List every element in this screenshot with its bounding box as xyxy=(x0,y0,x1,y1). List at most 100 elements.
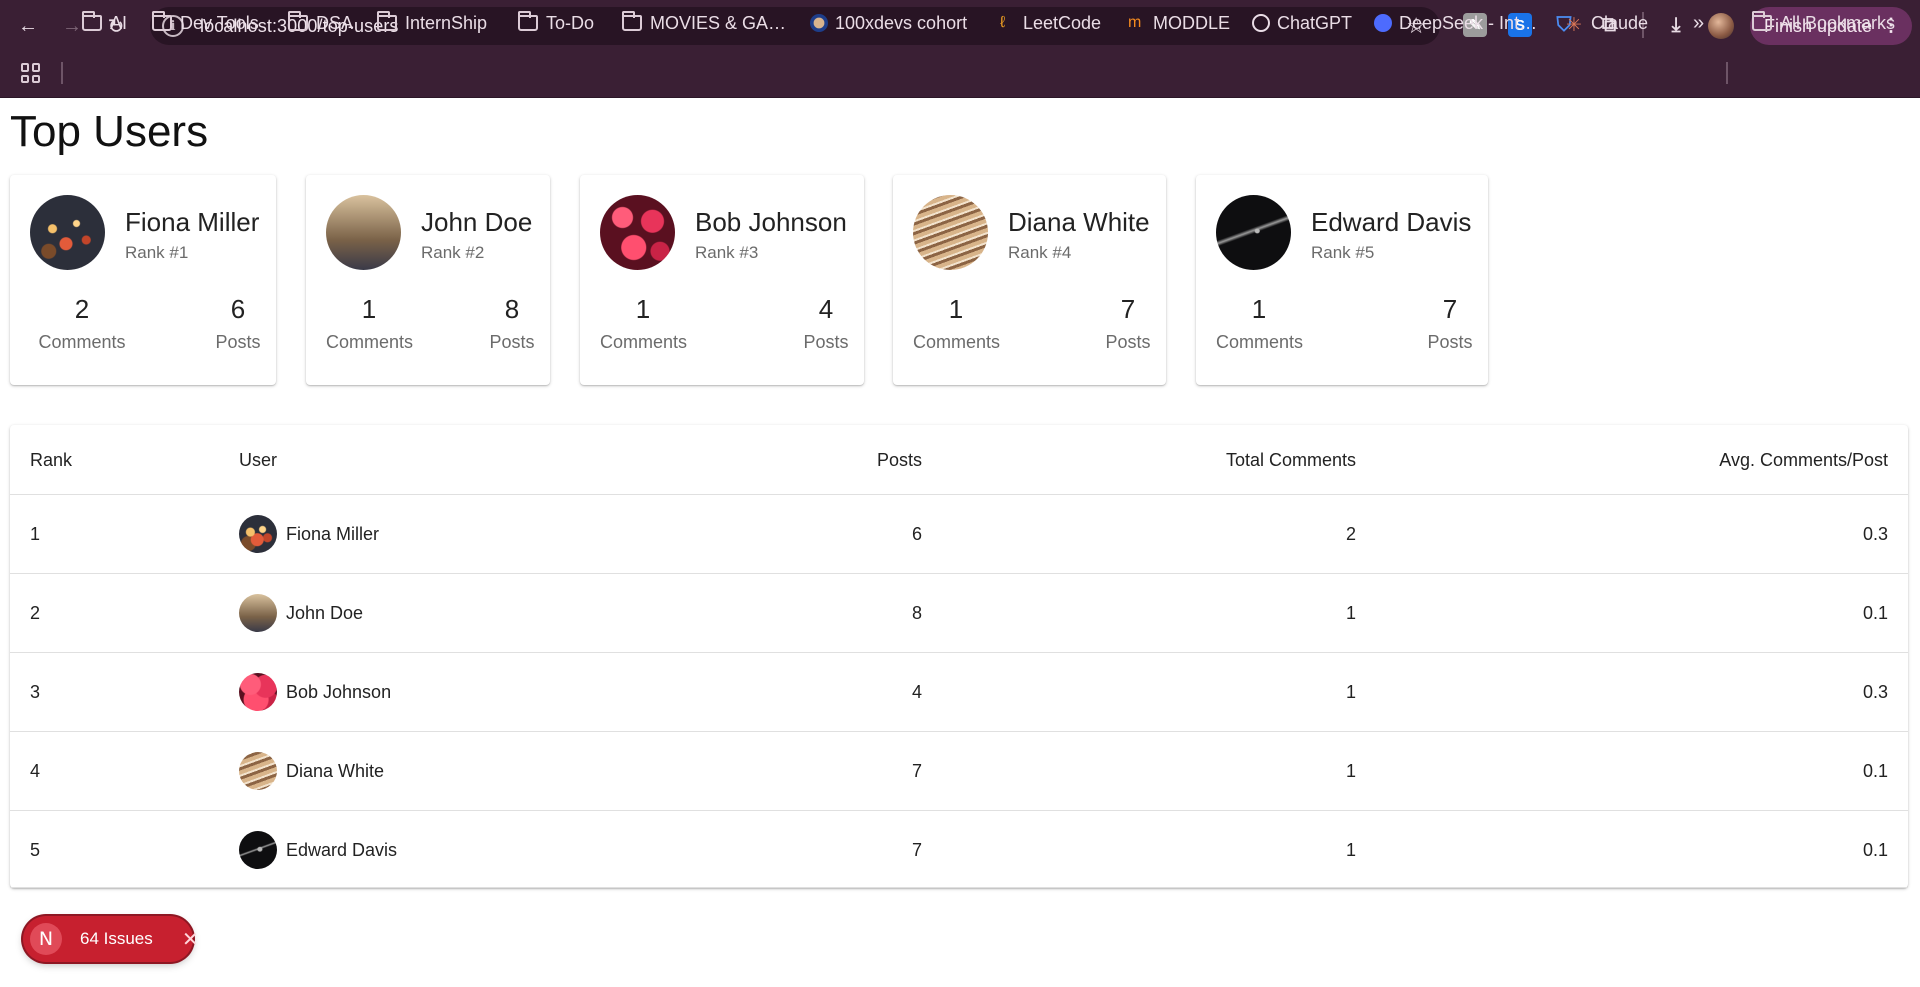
cell-rank: 2 xyxy=(30,603,41,623)
cell-avg: 0.1 xyxy=(1862,840,1888,860)
comments-count: 1 xyxy=(948,294,964,324)
header-user: User xyxy=(239,450,278,470)
cell-posts: 4 xyxy=(911,682,922,702)
comments-count: 2 xyxy=(74,294,90,324)
profile-avatar[interactable] xyxy=(1708,13,1734,39)
comments-count: 1 xyxy=(635,294,651,324)
user-rank: Rank #1 xyxy=(125,243,189,262)
dev-issues-badge[interactable]: N 64 Issues ✕ xyxy=(23,916,199,962)
user-name: Diana White xyxy=(1008,207,1150,237)
user-card-fiona: Fiona Miller Rank #1 2 Comments 6 Posts xyxy=(10,175,276,385)
nextjs-logo-icon[interactable]: N xyxy=(30,923,62,955)
comments-count: 1 xyxy=(1251,294,1267,324)
comments-label: Comments xyxy=(913,332,1001,352)
posts-count: 6 xyxy=(230,294,246,324)
bookmark-100xdevs[interactable]: 100xdevs cohort xyxy=(810,10,967,36)
issues-count-label[interactable]: 64 Issues xyxy=(80,929,153,949)
bookmark-ai[interactable]: AI xyxy=(82,10,127,36)
avatar xyxy=(239,515,277,553)
user-rank: Rank #2 xyxy=(421,243,485,262)
cell-posts: 8 xyxy=(911,603,922,623)
avatar xyxy=(913,195,988,270)
posts-count: 8 xyxy=(504,294,520,324)
table-row: 4 Diana White 7 1 0.1 xyxy=(10,732,1908,811)
comments-count: 1 xyxy=(361,294,377,324)
bookmark-label: MOVIES & GA… xyxy=(650,12,787,33)
cell-avg: 0.3 xyxy=(1862,524,1888,544)
user-rank: Rank #5 xyxy=(1311,243,1375,262)
all-bookmarks[interactable]: All Bookmarks xyxy=(1752,10,1895,36)
cell-user: John Doe xyxy=(286,603,364,623)
folder-icon xyxy=(152,11,172,31)
cell-rank: 3 xyxy=(30,682,41,702)
cell-total-comments: 1 xyxy=(1345,761,1356,781)
cell-total-comments: 1 xyxy=(1345,840,1356,860)
user-rank: Rank #3 xyxy=(695,243,759,262)
header-rank: Rank xyxy=(30,450,73,470)
cell-user: Bob Johnson xyxy=(286,682,392,702)
user-name: John Doe xyxy=(421,207,533,237)
bookmark-label: ChatGPT xyxy=(1277,12,1353,33)
comments-label: Comments xyxy=(326,332,414,352)
header-posts: Posts xyxy=(876,450,922,470)
comments-label: Comments xyxy=(38,332,126,352)
chatgpt-icon xyxy=(1252,14,1270,32)
cell-rank: 5 xyxy=(30,840,41,860)
bookmark-label: DeepSeek - Int… xyxy=(1399,12,1538,33)
bookmark-label: LeetCode xyxy=(1023,12,1102,33)
bookmark-label: Dev Tools xyxy=(180,12,259,33)
bookmarks-overflow-button[interactable]: » xyxy=(1693,10,1704,36)
user-card-bob: Bob Johnson Rank #3 1 Comments 4 Posts xyxy=(580,175,864,385)
cell-rank: 1 xyxy=(30,524,41,544)
folder-icon xyxy=(82,11,102,31)
header-avg-comments-post: Avg. Comments/Post xyxy=(1719,450,1888,470)
cell-avg: 0.3 xyxy=(1862,682,1888,702)
bookmark-chatgpt[interactable]: ChatGPT xyxy=(1252,10,1352,36)
posts-count: 4 xyxy=(818,294,834,324)
download-icon[interactable]: ⤓ xyxy=(1664,13,1688,37)
claude-icon: ✳ xyxy=(1566,15,1582,36)
bookmarks-bar xyxy=(0,52,1920,98)
avatar xyxy=(239,752,277,790)
avatar xyxy=(30,195,105,270)
user-name: Edward Davis xyxy=(1311,207,1472,237)
cell-avg: 0.1 xyxy=(1862,603,1888,623)
bookmark-movies-games[interactable]: MOVIES & GA… xyxy=(622,10,786,36)
avatar xyxy=(239,673,277,711)
cell-posts: 6 xyxy=(911,524,922,544)
comments-label: Comments xyxy=(1216,332,1304,352)
posts-label: Posts xyxy=(1427,332,1473,352)
avatar xyxy=(239,831,277,869)
bookmark-claude[interactable]: ✳ Claude xyxy=(1566,10,1648,37)
bookmark-label: DSA xyxy=(316,12,354,33)
bookmarks-divider xyxy=(61,62,63,84)
bookmark-dev-tools[interactable]: Dev Tools xyxy=(152,10,259,36)
folder-icon xyxy=(1752,11,1772,31)
leetcode-icon: ℓ xyxy=(1000,14,1006,31)
avatar xyxy=(1216,195,1291,270)
bookmark-internship[interactable]: InternShip xyxy=(377,10,487,36)
header-total-comments: Total Comments xyxy=(1225,450,1356,470)
close-icon[interactable]: ✕ xyxy=(182,927,199,952)
cell-posts: 7 xyxy=(911,840,922,860)
posts-label: Posts xyxy=(215,332,261,352)
bookmark-deepseek[interactable]: DeepSeek - Int… xyxy=(1374,10,1537,36)
cell-total-comments: 1 xyxy=(1345,603,1356,623)
posts-count: 7 xyxy=(1120,294,1136,324)
apps-grid-icon[interactable] xyxy=(21,63,41,83)
posts-count: 7 xyxy=(1442,294,1458,324)
table-row: 3 Bob Johnson 4 1 0.3 xyxy=(10,653,1908,732)
cell-rank: 4 xyxy=(30,761,41,781)
user-name: Fiona Miller xyxy=(125,207,260,237)
avatar xyxy=(326,195,401,270)
bookmark-dsa[interactable]: DSA xyxy=(288,10,353,36)
bookmark-label: To-Do xyxy=(546,12,595,33)
user-rank: Rank #4 xyxy=(1008,243,1072,262)
bookmark-moddle[interactable]: m MODDLE xyxy=(1128,10,1230,36)
cell-user: Edward Davis xyxy=(286,840,398,860)
back-icon[interactable]: ← xyxy=(8,6,48,46)
top-users-table: Rank User Posts Total Comments Avg. Comm… xyxy=(10,425,1908,888)
moodle-icon: m xyxy=(1128,14,1142,31)
bookmark-leetcode[interactable]: ℓ LeetCode xyxy=(1000,10,1101,36)
bookmark-todo[interactable]: To-Do xyxy=(518,10,594,36)
